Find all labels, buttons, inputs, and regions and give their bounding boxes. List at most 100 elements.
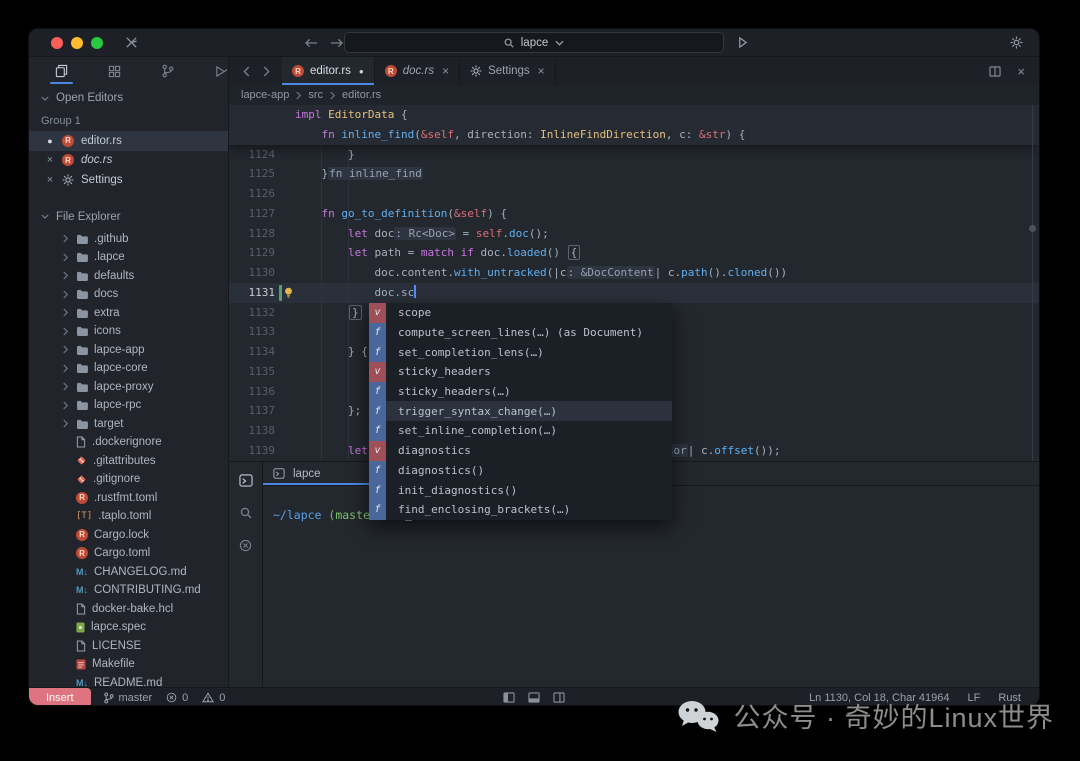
breadcrumb[interactable]: lapce-app src editor.rs xyxy=(229,85,1039,105)
file-name: .taplo.toml xyxy=(98,510,151,522)
explorer-file-row[interactable]: .gitignore xyxy=(29,470,228,489)
explorer-panel-icon[interactable] xyxy=(55,57,68,85)
branch-indicator[interactable]: master xyxy=(103,692,153,704)
completion-item[interactable]: vsticky_headers xyxy=(369,362,672,382)
terminal-panel-icon[interactable] xyxy=(239,474,253,487)
search-panel-icon[interactable] xyxy=(240,507,252,519)
explorer-folder-row[interactable]: lapce-app xyxy=(29,341,228,360)
explorer-folder-row[interactable]: .github xyxy=(29,230,228,249)
open-editor-item[interactable]: ×Rdoc.rs xyxy=(29,151,228,171)
editor-tab[interactable]: Rdoc.rs× xyxy=(375,57,460,85)
open-editor-item[interactable]: ×Settings xyxy=(29,170,228,190)
folder-name: lapce-core xyxy=(94,362,148,374)
scrollbar-track[interactable] xyxy=(1032,105,1033,461)
error-count[interactable]: 0 xyxy=(166,692,188,704)
explorer-file-row[interactable]: [T].taplo.toml xyxy=(29,507,228,526)
explorer-folder-row[interactable]: target xyxy=(29,415,228,434)
explorer-folder-row[interactable]: icons xyxy=(29,322,228,341)
close-editor-icon[interactable]: × xyxy=(1017,64,1025,79)
open-editor-item[interactable]: ●Reditor.rs xyxy=(29,131,228,151)
toggle-bottom-panel-icon[interactable] xyxy=(528,692,540,703)
settings-gear-icon[interactable] xyxy=(1010,36,1023,49)
explorer-file-row[interactable]: M↓CHANGELOG.md xyxy=(29,563,228,582)
toggle-right-panel-icon[interactable] xyxy=(553,692,565,703)
lightbulb-icon[interactable] xyxy=(284,287,293,299)
warning-count[interactable]: 0 xyxy=(202,692,225,704)
code-text: doc.content.with_untracked(|c: &DocConte… xyxy=(295,263,787,283)
file-name: .dockerignore xyxy=(92,436,162,448)
folder-name: target xyxy=(94,418,123,430)
open-editors-header[interactable]: Open Editors xyxy=(29,85,228,111)
tab-bar: Reditor.rs●Rdoc.rs×Settings× × xyxy=(229,57,1039,85)
completion-item[interactable]: fcompute_screen_lines(…) (as Document) xyxy=(369,323,672,343)
markdown-icon: M↓ xyxy=(76,567,88,577)
completion-item[interactable]: vscope xyxy=(369,303,672,323)
completion-label: diagnostics xyxy=(386,441,471,461)
editor-tab[interactable]: Settings× xyxy=(460,57,556,85)
close-tab-icon[interactable]: × xyxy=(538,64,545,78)
function-kind-icon: f xyxy=(369,382,386,402)
mode-badge[interactable]: Insert xyxy=(29,688,91,706)
explorer-folder-row[interactable]: lapce-rpc xyxy=(29,396,228,415)
folder-name: icons xyxy=(94,325,121,337)
close-tab-icon[interactable]: × xyxy=(442,64,449,78)
command-palette[interactable]: lapce xyxy=(344,32,724,53)
tab-back-icon[interactable] xyxy=(243,66,250,77)
close-window-button[interactable] xyxy=(51,37,63,49)
explorer-file-row[interactable]: .dockerignore xyxy=(29,433,228,452)
tab-forward-icon[interactable] xyxy=(263,66,270,77)
history-forward-icon[interactable] xyxy=(330,38,343,48)
explorer-file-row[interactable]: RCargo.lock xyxy=(29,526,228,545)
code-line: 1126 xyxy=(229,184,1039,204)
explorer-folder-row[interactable]: lapce-proxy xyxy=(29,378,228,397)
explorer-file-row[interactable]: docker-bake.hcl xyxy=(29,600,228,619)
completion-item[interactable]: ftrigger_syntax_change(…) xyxy=(369,401,672,421)
explorer-file-row[interactable]: M↓CONTRIBUTING.md xyxy=(29,581,228,600)
explorer-file-row[interactable]: .gitattributes xyxy=(29,452,228,471)
completion-item[interactable]: fset_completion_lens(…) xyxy=(369,342,672,362)
run-button[interactable] xyxy=(738,37,748,48)
close-icon[interactable]: × xyxy=(45,154,55,166)
explorer-folder-row[interactable]: lapce-core xyxy=(29,359,228,378)
logo-icon xyxy=(125,36,138,49)
completion-item[interactable]: vdiagnostics xyxy=(369,441,672,461)
code-text: } xyxy=(295,145,355,165)
debug-panel-icon[interactable] xyxy=(214,57,228,85)
completion-item[interactable]: ffind_enclosing_brackets(…) xyxy=(369,500,672,520)
minimize-window-button[interactable] xyxy=(71,37,83,49)
gutter xyxy=(275,362,295,382)
zoom-window-button[interactable] xyxy=(91,37,103,49)
problems-panel-icon[interactable] xyxy=(239,539,252,552)
scrollbar-thumb[interactable] xyxy=(1029,225,1036,232)
split-editor-icon[interactable] xyxy=(989,66,1001,77)
completion-item[interactable]: fsticky_headers(…) xyxy=(369,382,672,402)
toggle-left-panel-icon[interactable] xyxy=(503,692,515,703)
explorer-file-row[interactable]: RCargo.toml xyxy=(29,544,228,563)
completion-item[interactable]: fdiagnostics() xyxy=(369,461,672,481)
folder-icon xyxy=(76,271,88,281)
breadcrumb-part[interactable]: editor.rs xyxy=(342,89,381,101)
breadcrumb-part[interactable]: lapce-app xyxy=(241,89,289,101)
completion-item[interactable]: finit_diagnostics() xyxy=(369,480,672,500)
explorer-folder-row[interactable]: defaults xyxy=(29,267,228,286)
explorer-folder-row[interactable]: extra xyxy=(29,304,228,323)
folder-icon xyxy=(76,419,88,429)
completion-item[interactable]: fset_inline_completion(…) xyxy=(369,421,672,441)
history-back-icon[interactable] xyxy=(305,38,318,48)
explorer-file-row[interactable]: M↓README.md xyxy=(29,674,228,688)
explorer-folder-row[interactable]: .lapce xyxy=(29,248,228,267)
explorer-file-row[interactable]: R.rustfmt.toml xyxy=(29,489,228,508)
function-kind-icon: f xyxy=(369,480,386,500)
close-icon[interactable]: × xyxy=(45,174,55,186)
line-number xyxy=(229,105,275,125)
explorer-file-row[interactable]: LICENSE xyxy=(29,637,228,656)
breadcrumb-part[interactable]: src xyxy=(308,89,323,101)
gutter xyxy=(275,243,295,263)
explorer-folder-row[interactable]: docs xyxy=(29,285,228,304)
file-explorer-header[interactable]: File Explorer xyxy=(29,204,228,230)
editor-tab[interactable]: Reditor.rs● xyxy=(282,57,375,85)
explorer-file-row[interactable]: lapce.spec xyxy=(29,618,228,637)
source-control-panel-icon[interactable] xyxy=(161,57,174,85)
explorer-file-row[interactable]: Makefile xyxy=(29,655,228,674)
plugins-panel-icon[interactable] xyxy=(108,57,121,85)
